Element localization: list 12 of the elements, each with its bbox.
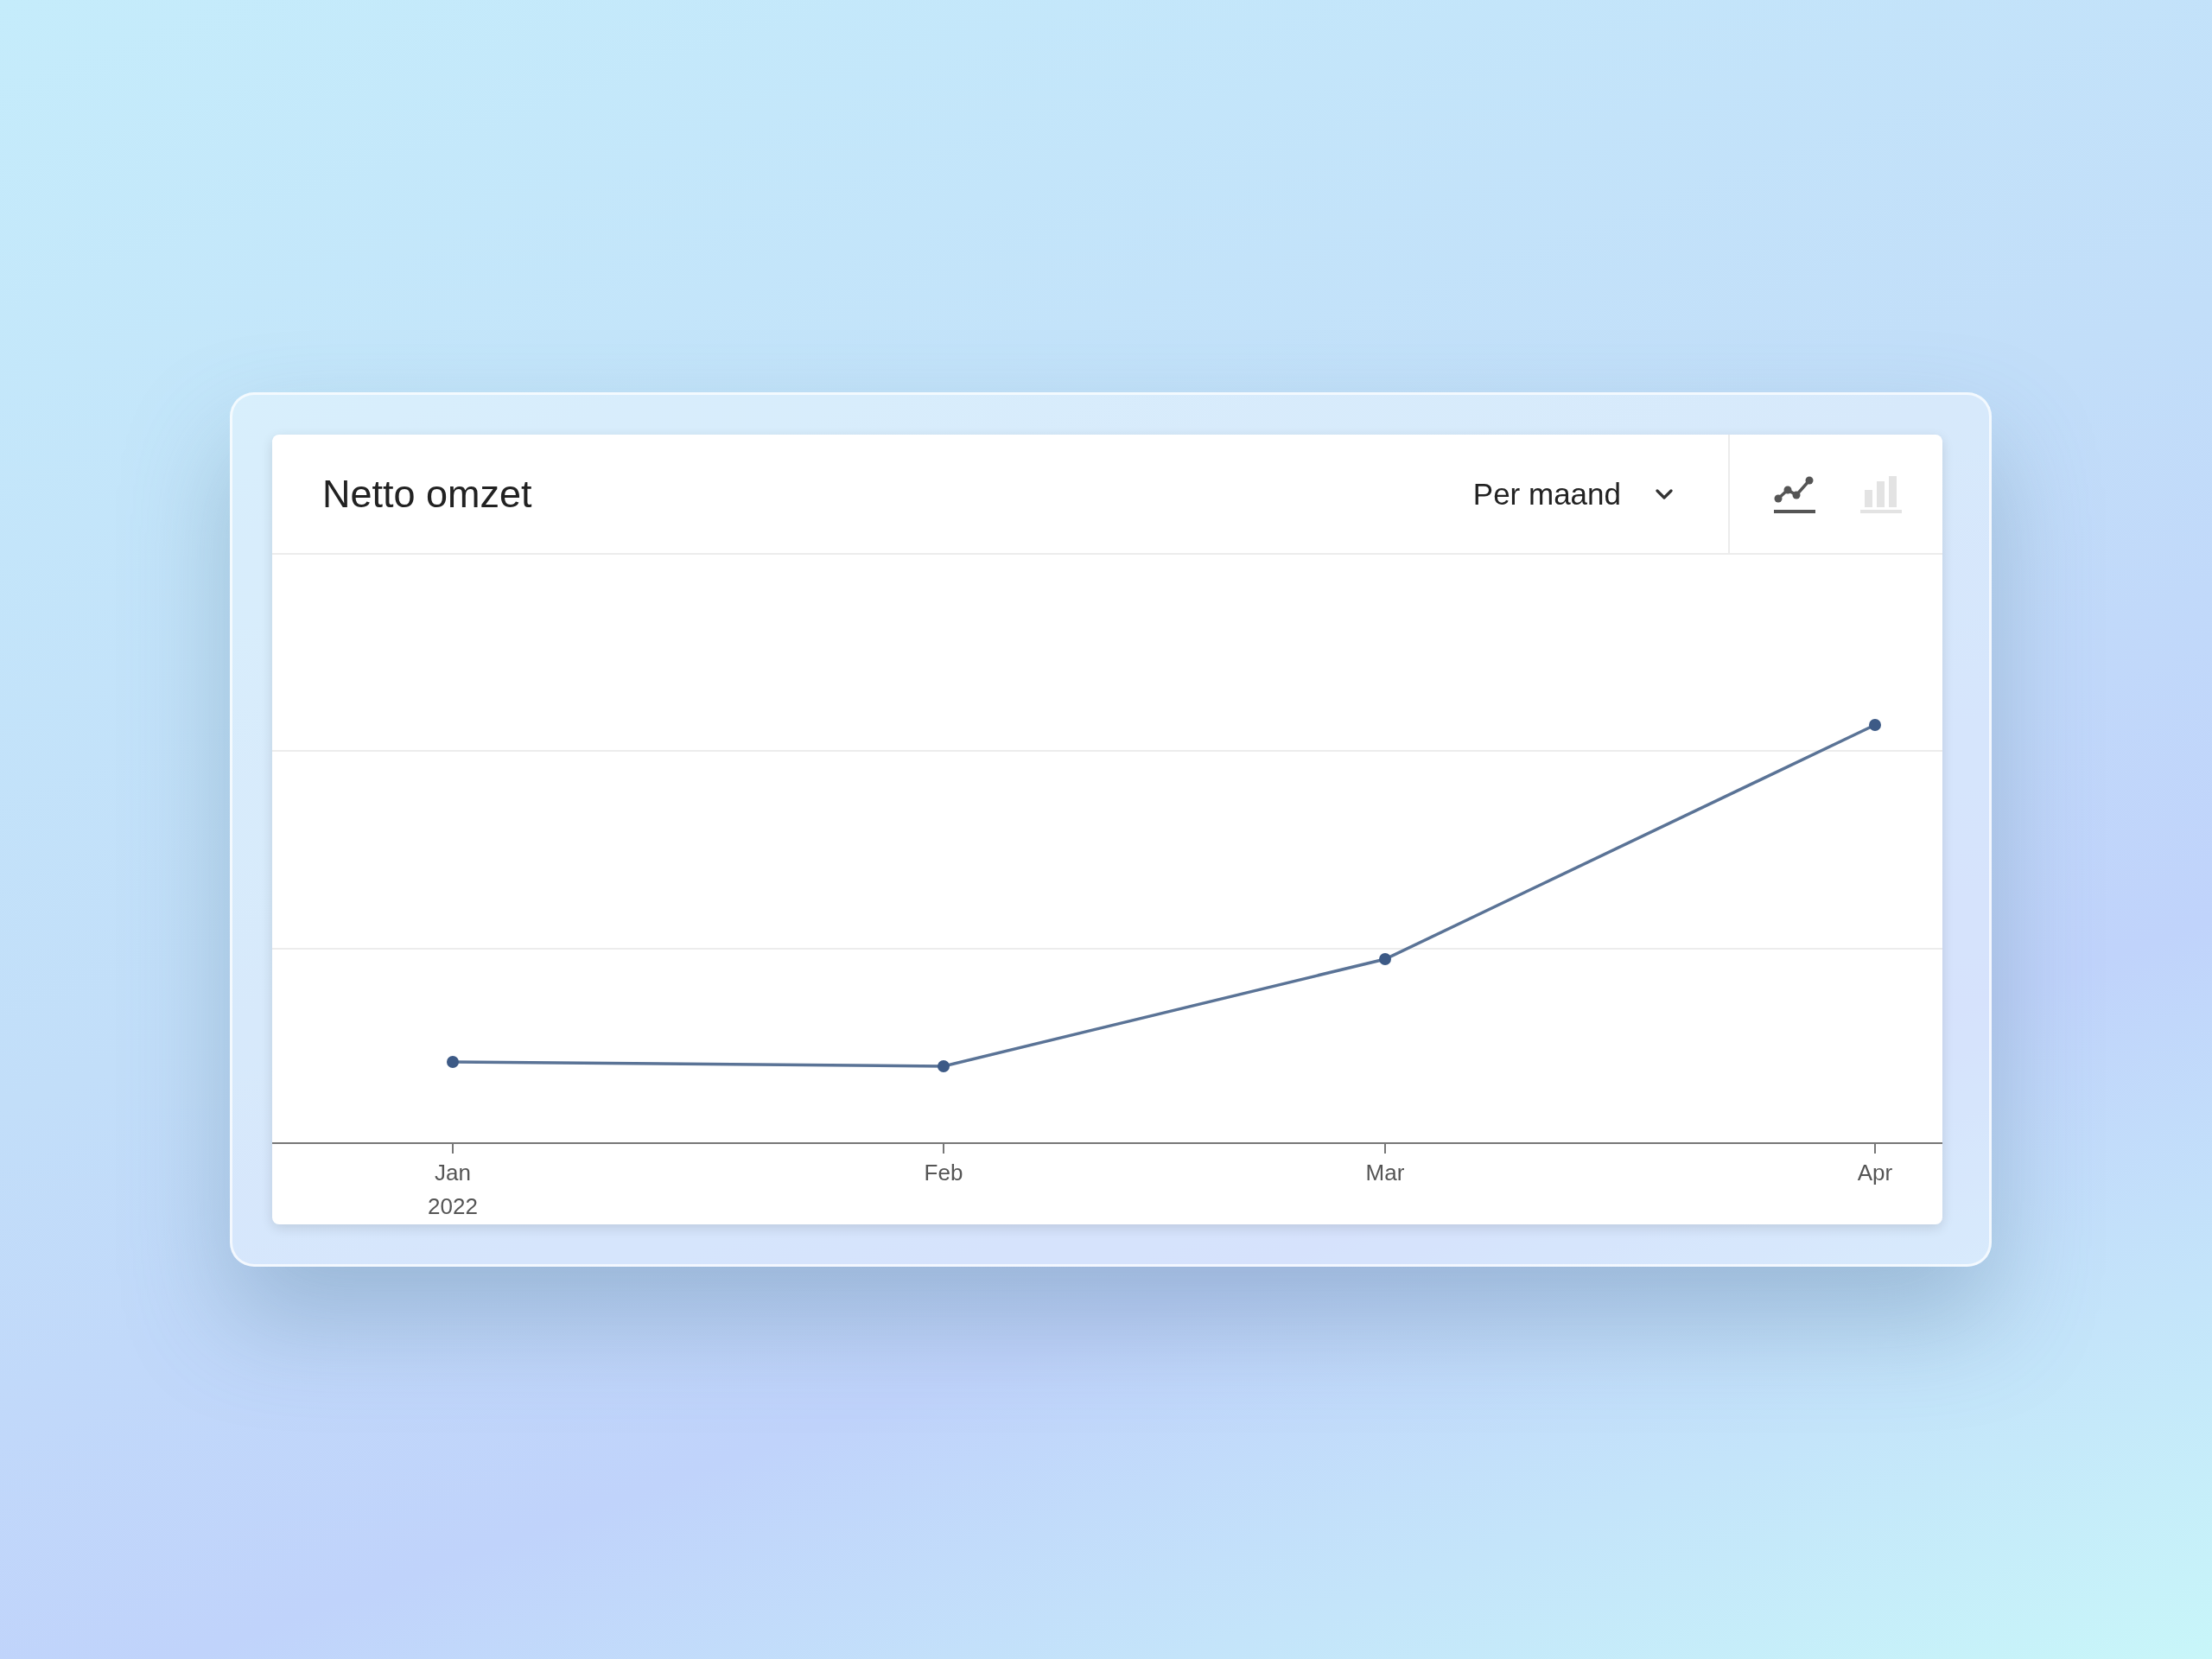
data-point: [938, 1060, 950, 1072]
axis-label: Jan: [435, 1160, 471, 1185]
data-point: [1869, 719, 1881, 731]
axis-label: 2022: [428, 1193, 478, 1219]
card-title: Netto omzet: [322, 471, 533, 517]
axis-label: Feb: [924, 1160, 963, 1185]
axis-label: Apr: [1857, 1160, 1893, 1185]
chevron-down-icon: [1656, 488, 1673, 499]
axis-label: Mar: [1365, 1160, 1405, 1185]
period-dropdown[interactable]: Per maand: [1460, 467, 1685, 520]
data-point: [1379, 953, 1391, 965]
data-point: [447, 1056, 459, 1068]
